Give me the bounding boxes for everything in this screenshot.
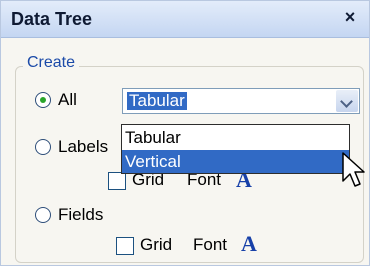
all-label[interactable]: All <box>58 90 77 110</box>
labels-label[interactable]: Labels <box>58 137 108 157</box>
dropdown-option-vertical[interactable]: Vertical <box>122 150 349 173</box>
mouse-pointer-icon <box>342 152 365 187</box>
dropdown-option-tabular[interactable]: Tabular <box>122 126 349 149</box>
fields-grid-label[interactable]: Grid <box>140 235 172 255</box>
labels-radio[interactable] <box>35 139 51 155</box>
create-group-label: Create <box>23 54 80 72</box>
labels-grid-checkbox[interactable] <box>108 172 126 190</box>
title-bar: Data Tree × <box>1 1 369 38</box>
fields-radio[interactable] <box>35 207 51 223</box>
close-icon[interactable]: × <box>341 7 359 27</box>
all-radio[interactable] <box>35 92 51 108</box>
chevron-down-icon[interactable] <box>336 90 358 112</box>
data-tree-panel: Data Tree × Create All Tabular Tabular V… <box>0 0 370 266</box>
panel-title: Data Tree <box>11 9 93 29</box>
layout-combobox[interactable]: Tabular <box>122 88 360 114</box>
fields-font-label: Font <box>193 235 228 254</box>
layout-dropdown-list[interactable]: Tabular Vertical <box>121 124 350 174</box>
combobox-value[interactable]: Tabular <box>127 92 187 110</box>
fields-label[interactable]: Fields <box>58 205 103 225</box>
font-a-icon[interactable]: A <box>241 231 257 257</box>
fields-grid-checkbox[interactable] <box>116 237 134 255</box>
